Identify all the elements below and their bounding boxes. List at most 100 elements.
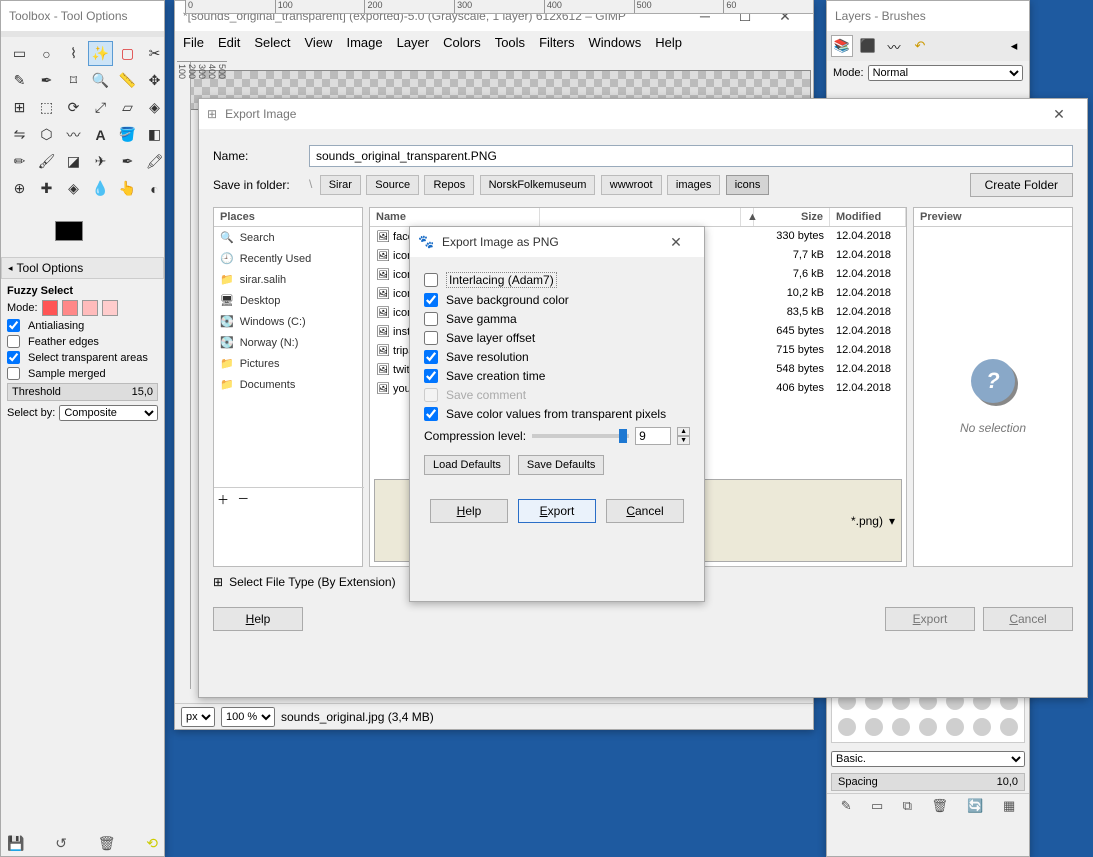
png-cancel-button[interactable]: Cancel xyxy=(606,499,684,523)
menu-select[interactable]: Select xyxy=(254,35,290,50)
spin-down[interactable]: ▼ xyxy=(677,436,690,445)
tool-measure[interactable]: 📏 xyxy=(115,68,140,93)
place-pictures[interactable]: 📁 Pictures xyxy=(214,353,362,374)
crumb[interactable]: NorskFolkemuseum xyxy=(480,175,596,195)
crumb[interactable]: wwwroot xyxy=(601,175,662,195)
tool-align[interactable]: ⊞ xyxy=(7,95,32,120)
load-defaults-button[interactable]: Load Defaults xyxy=(424,455,510,475)
tool-ellipse-select[interactable]: ○ xyxy=(34,41,59,66)
spin-up[interactable]: ▲ xyxy=(677,427,690,436)
png-titlebar[interactable]: 🐾 Export Image as PNG ✕ xyxy=(410,227,704,257)
place-drive-n[interactable]: 💽 Norway (N:) xyxy=(214,332,362,353)
png-close-button[interactable]: ✕ xyxy=(656,230,696,254)
mode-replace-icon[interactable] xyxy=(42,300,58,316)
fg-color-swatch[interactable] xyxy=(55,221,83,241)
place-remove-icon[interactable]: ─ xyxy=(239,491,248,508)
save-gamma-checkbox[interactable] xyxy=(424,312,438,326)
place-documents[interactable]: 📁 Documents xyxy=(214,374,362,395)
help-button[interactable]: Help xyxy=(213,607,303,631)
layers-titlebar[interactable]: Layers - Brushes xyxy=(827,1,1029,31)
compression-input[interactable] xyxy=(635,427,671,445)
brush-open-icon[interactable]: ▦ xyxy=(1003,798,1015,814)
tool-airbrush[interactable]: ✈ xyxy=(88,149,113,174)
png-export-button[interactable]: Export xyxy=(518,499,596,523)
tool-paintbrush[interactable]: 🖌 xyxy=(34,149,59,174)
tool-cage[interactable]: ⬡ xyxy=(34,122,59,147)
name-input[interactable] xyxy=(309,145,1073,167)
unit-select[interactable]: px xyxy=(181,707,215,727)
cancel-button[interactable]: Cancel xyxy=(983,607,1073,631)
tool-clone[interactable]: ⊕ xyxy=(7,176,32,201)
menu-help[interactable]: Help xyxy=(655,35,682,50)
spacing-row[interactable]: Spacing 10,0 xyxy=(831,773,1025,791)
place-recent[interactable]: 🕘 Recently Used xyxy=(214,248,362,269)
brush-del-icon[interactable]: 🗑 xyxy=(931,798,948,814)
place-desktop[interactable]: 🖥 Desktop xyxy=(214,290,362,311)
tool-foreground-select[interactable]: ✎ xyxy=(7,68,32,93)
tool-heal[interactable]: ✚ xyxy=(34,176,59,201)
tool-warp[interactable]: 〰 xyxy=(61,122,86,147)
tool-mypaint[interactable]: 🖍 xyxy=(142,149,167,174)
col-name[interactable]: Name xyxy=(370,208,540,226)
tool-ink[interactable]: ✒ xyxy=(115,149,140,174)
tool-move[interactable]: ✥ xyxy=(142,68,167,93)
menu-windows[interactable]: Windows xyxy=(588,35,641,50)
menu-view[interactable]: View xyxy=(305,35,333,50)
tab-channels[interactable]: ⬛ xyxy=(857,35,879,57)
tool-blur[interactable]: 💧 xyxy=(88,176,113,201)
tool-free-select[interactable]: ⌇ xyxy=(61,41,86,66)
tool-text[interactable]: A xyxy=(88,122,113,147)
brush-new-icon[interactable]: ▭ xyxy=(871,798,883,814)
color-swatches[interactable] xyxy=(1,211,164,251)
brush-refresh-icon[interactable]: 🔄 xyxy=(967,798,983,814)
menu-file[interactable]: File xyxy=(183,35,204,50)
menu-colors[interactable]: Colors xyxy=(443,35,481,50)
zoom-select[interactable]: 100 % xyxy=(221,707,275,727)
mode-select[interactable]: Normal xyxy=(868,65,1023,81)
menu-edit[interactable]: Edit xyxy=(218,35,240,50)
toolbox-titlebar[interactable]: Toolbox - Tool Options xyxy=(1,1,164,31)
select-transparent-checkbox[interactable] xyxy=(7,351,20,364)
place-search[interactable]: 🔍 Search xyxy=(214,227,362,248)
save-defaults-button[interactable]: Save Defaults xyxy=(518,455,604,475)
expand-filetype-icon[interactable]: ⊞ xyxy=(213,575,223,589)
col-mod[interactable]: Modified xyxy=(830,208,906,226)
threshold-slider[interactable]: Threshold 15,0 xyxy=(7,383,158,401)
compression-slider[interactable] xyxy=(532,434,629,438)
place-add-icon[interactable]: ＋ xyxy=(217,491,229,508)
tab-layers[interactable]: 📚 xyxy=(831,35,853,57)
tool-zoom[interactable]: 🔍 xyxy=(88,68,113,93)
brush-edit-icon[interactable]: ✎ xyxy=(841,798,852,814)
tool-color-select[interactable]: ▢ xyxy=(115,41,140,66)
interlacing-checkbox[interactable] xyxy=(424,273,438,287)
tool-rotate[interactable]: ⟳ xyxy=(61,95,86,120)
save-options-icon[interactable]: 💾 xyxy=(7,835,24,852)
tool-perspective-clone[interactable]: ◈ xyxy=(61,176,86,201)
brush-dup-icon[interactable]: ⧉ xyxy=(903,798,912,814)
tool-crop[interactable]: ⬚ xyxy=(34,95,59,120)
save-bg-checkbox[interactable] xyxy=(424,293,438,307)
tool-fuzzy-select[interactable]: ✨ xyxy=(88,41,113,66)
menu-layer[interactable]: Layer xyxy=(397,35,430,50)
crumb-current[interactable]: icons xyxy=(726,175,770,195)
place-drive-c[interactable]: 💽 Windows (C:) xyxy=(214,311,362,332)
tool-eraser[interactable]: ◪ xyxy=(61,149,86,174)
tool-perspective[interactable]: ◈ xyxy=(142,95,167,120)
export-close-button[interactable]: ✕ xyxy=(1039,102,1079,126)
tool-dodge[interactable]: ◐ xyxy=(142,176,167,201)
save-color-values-checkbox[interactable] xyxy=(424,407,438,421)
tool-scale[interactable]: ⤢ xyxy=(88,95,113,120)
export-button[interactable]: Export xyxy=(885,607,975,631)
menu-tools[interactable]: Tools xyxy=(495,35,525,50)
reset-options-icon[interactable]: ⟲ xyxy=(146,835,158,852)
tool-pencil[interactable]: ✏ xyxy=(7,149,32,174)
menu-image[interactable]: Image xyxy=(346,35,382,50)
crumb[interactable]: Repos xyxy=(424,175,474,195)
tab-undo[interactable]: ↶ xyxy=(909,35,931,57)
crumb[interactable]: images xyxy=(667,175,720,195)
restore-options-icon[interactable]: ↺ xyxy=(55,835,67,852)
save-layer-offset-checkbox[interactable] xyxy=(424,331,438,345)
tool-rect-select[interactable]: ▭ xyxy=(7,41,32,66)
brush-select[interactable]: Basic. xyxy=(831,751,1025,767)
sample-merged-checkbox[interactable] xyxy=(7,367,20,380)
